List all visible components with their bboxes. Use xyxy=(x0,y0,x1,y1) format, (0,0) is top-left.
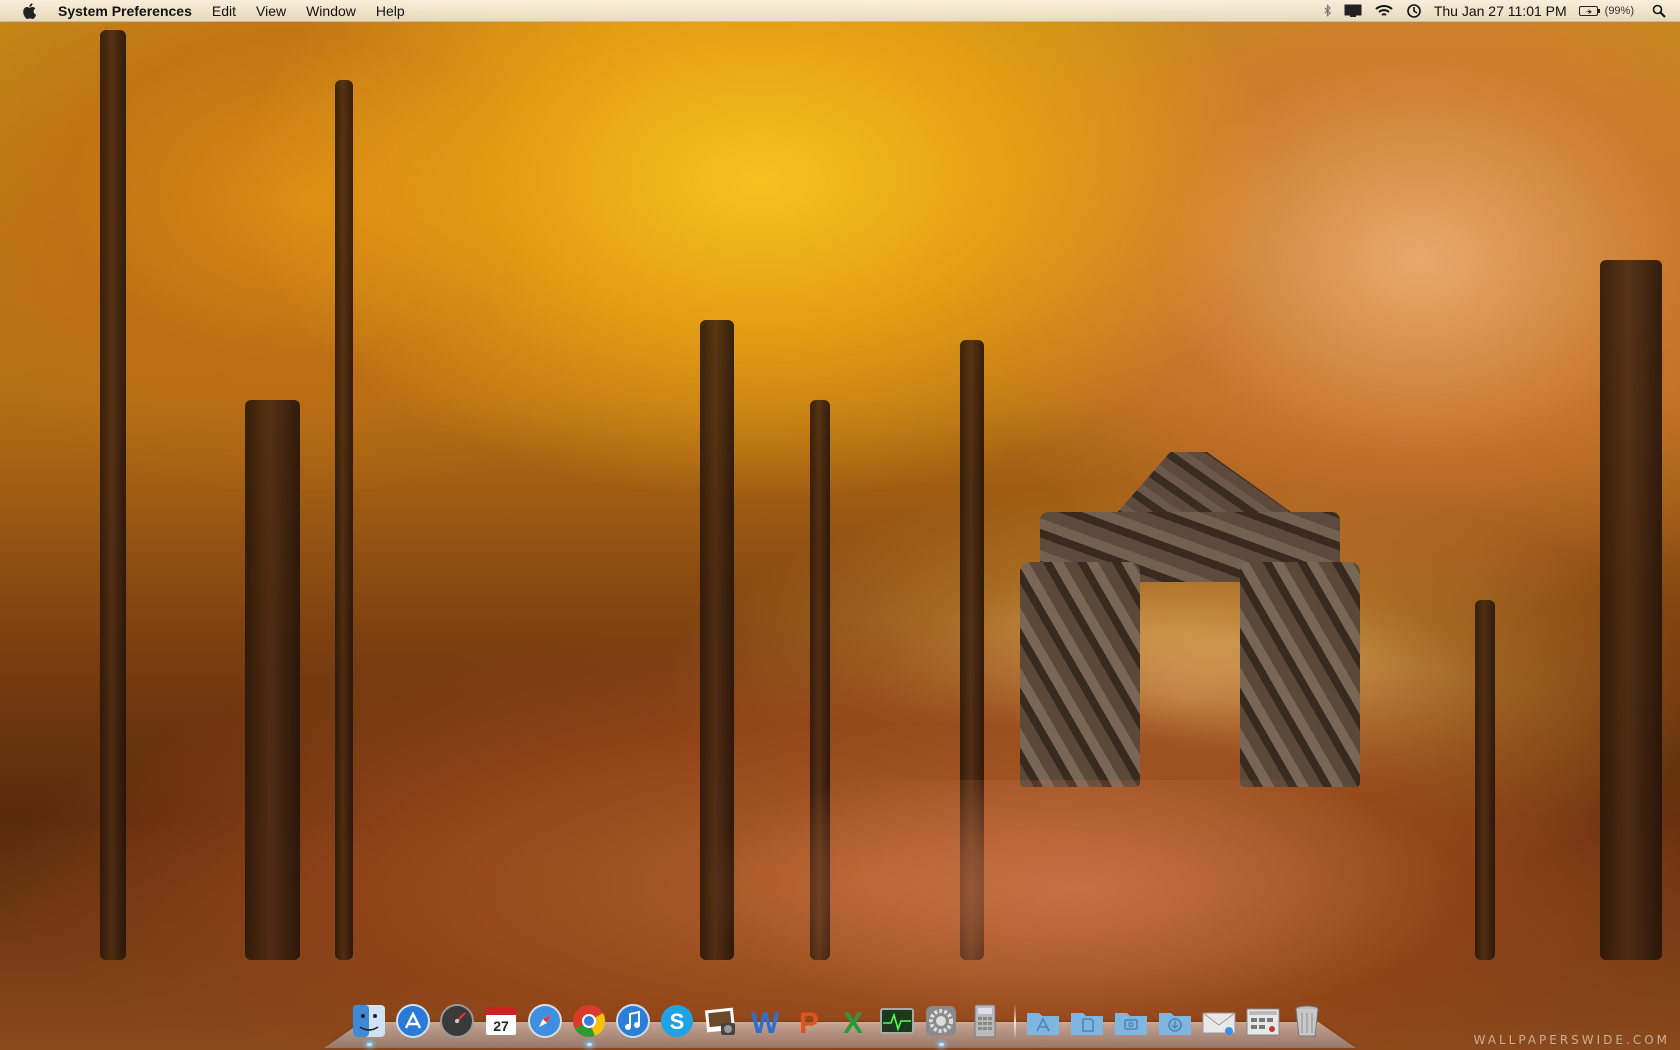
battery-status[interactable]: (99%) xyxy=(1578,0,1634,22)
bluetooth-icon[interactable] xyxy=(1324,0,1332,22)
downloads-folder-icon[interactable] xyxy=(1156,1002,1194,1040)
activity-monitor-icon[interactable] xyxy=(878,1002,916,1040)
apple-icon[interactable] xyxy=(18,0,40,22)
finder-icon[interactable] xyxy=(350,1002,388,1046)
powerpoint-icon[interactable]: P xyxy=(790,1002,828,1040)
wifi-icon[interactable] xyxy=(1374,0,1394,22)
applications-folder-icon[interactable] xyxy=(1024,1002,1062,1040)
clock[interactable]: Thu Jan 27 11:01 PM xyxy=(1434,0,1567,22)
itunes-icon[interactable] xyxy=(614,1002,652,1040)
iphoto-icon[interactable] xyxy=(702,1002,740,1040)
menu-view[interactable]: View xyxy=(246,0,296,22)
time-machine-icon[interactable] xyxy=(1406,0,1422,22)
dashboard-icon[interactable] xyxy=(438,1002,476,1040)
documents-folder-icon[interactable] xyxy=(1068,1002,1106,1040)
ical-icon[interactable]: 27 xyxy=(482,1002,520,1040)
display-icon[interactable] xyxy=(1344,0,1362,22)
word-icon[interactable]: W xyxy=(746,1002,784,1040)
word-letter: W xyxy=(751,1007,780,1039)
desktop-wallpaper xyxy=(0,0,1680,1050)
mail-stack-icon[interactable] xyxy=(1200,1002,1238,1040)
system-preferences-icon[interactable] xyxy=(922,1002,960,1046)
excel-letter: X xyxy=(843,1007,863,1039)
chrome-icon[interactable] xyxy=(570,1002,608,1046)
dock-separator xyxy=(1014,1004,1016,1040)
pictures-folder-icon[interactable] xyxy=(1112,1002,1150,1040)
ical-date: 27 xyxy=(493,1018,509,1034)
watermark: WALLPAPERSWIDE.COM xyxy=(1473,1033,1670,1047)
powerpoint-letter: P xyxy=(799,1007,819,1039)
calculator-icon[interactable] xyxy=(966,1002,1004,1040)
trash-icon[interactable] xyxy=(1288,1002,1326,1040)
menu-help[interactable]: Help xyxy=(366,0,415,22)
dock: 27 S W P X xyxy=(350,994,1332,1046)
excel-icon[interactable]: X xyxy=(834,1002,872,1040)
battery-icon xyxy=(1578,5,1601,17)
safari-icon[interactable] xyxy=(526,1002,564,1040)
menu-window[interactable]: Window xyxy=(296,0,366,22)
app-menu-system-preferences[interactable]: System Preferences xyxy=(52,0,202,22)
spotlight-icon[interactable] xyxy=(1652,0,1666,22)
stone-arch xyxy=(1020,452,1365,787)
menu-bar: System Preferences Edit View Window Help… xyxy=(0,0,1680,22)
skype-letter: S xyxy=(670,1009,685,1034)
menu-edit[interactable]: Edit xyxy=(202,0,246,22)
skype-icon[interactable]: S xyxy=(658,1002,696,1040)
app-store-icon[interactable] xyxy=(394,1002,432,1040)
battery-percent: (99%) xyxy=(1604,4,1634,17)
screenshots-stack-icon[interactable] xyxy=(1244,1002,1282,1040)
